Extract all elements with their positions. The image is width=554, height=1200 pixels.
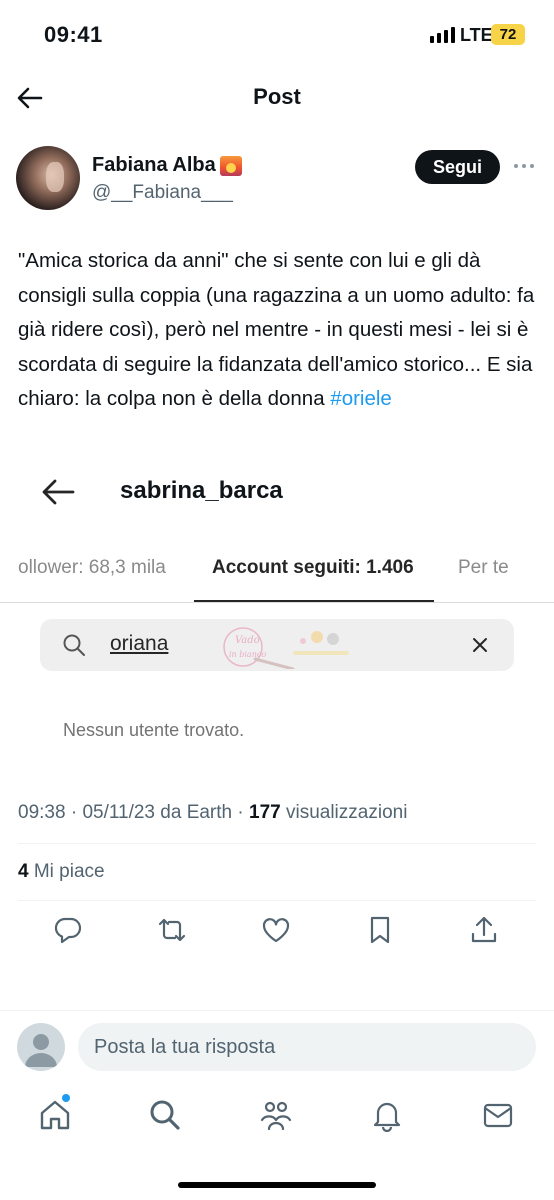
divider [18,900,536,901]
network-label: LTE [460,25,493,45]
watermark-logo: Vado in bianco [223,627,349,669]
post-source: da Earth [160,802,233,823]
svg-text:in bianco: in bianco [229,650,266,659]
search-icon [63,634,85,656]
like-count: 4 [18,861,29,882]
embed-back-arrow-icon [42,479,75,505]
sunset-emoji-icon [219,155,242,176]
author-row: Fabiana Alba @__Fabiana___ Segui [0,142,554,218]
search-tab-icon[interactable] [148,1098,182,1132]
svg-text:Vado: Vado [235,635,260,646]
author-avatar[interactable] [16,146,80,210]
likes-label: Mi piace [33,861,105,882]
embed-search-box: oriana Vado in bianco [40,619,514,671]
signal-icon [430,27,455,43]
post-time: 09:38 [18,802,66,823]
tweet-text: "Amica storica da anni" che si sente con… [18,244,542,417]
communities-icon[interactable] [259,1098,293,1132]
post-date: 05/11/23 [82,802,155,823]
reply-input[interactable]: Posta la tua risposta [78,1023,536,1071]
tweet-body: "Amica storica da anni" che si sente con… [18,249,535,410]
author-name-text: Fabiana Alba [92,154,216,176]
embed-tabs: ollower: 68,3 mila Account seguiti: 1.40… [0,545,554,603]
author-handle[interactable]: @__Fabiana___ [92,182,233,204]
share-icon[interactable] [469,915,499,945]
action-bar [0,915,554,951]
status-time: 09:41 [44,22,103,47]
home-indicator [178,1182,376,1188]
messages-icon[interactable] [481,1098,515,1132]
like-icon[interactable] [261,915,291,945]
reply-bar: Posta la tua risposta [0,1010,554,1082]
retweet-icon[interactable] [157,915,187,945]
embed-tab-underline [194,600,434,602]
top-bar: Post [0,72,554,126]
author-name[interactable]: Fabiana Alba [92,154,242,177]
battery-icon: 72 [491,24,525,45]
divider [18,843,536,844]
bottom-tab-bar [0,1090,554,1150]
follow-button[interactable]: Segui [415,150,500,184]
more-options-icon[interactable] [512,156,536,176]
user-avatar[interactable] [17,1023,65,1071]
status-bar: 09:41 LTE 72 [0,0,554,70]
home-icon[interactable] [38,1098,72,1132]
view-count: 177 [249,802,281,823]
embed-username: sabrina_barca [120,477,283,504]
no-results-message: Nessun utente trovato. [63,720,245,740]
reply-icon[interactable] [53,915,83,945]
default-avatar-icon [25,1034,57,1067]
notifications-icon[interactable] [370,1098,404,1132]
view-label[interactable]: visualizzazioni [286,802,407,823]
hashtag-link[interactable]: #oriele [330,387,392,410]
clear-icon [473,638,487,652]
post-meta: 09:38 · 05/11/23 da Earth · 177 visualiz… [18,802,408,823]
likes-row[interactable]: 4 Mi piace [18,861,105,883]
embed-tab-for-you: Per te [458,557,509,578]
embed-tab-following: Account seguiti: 1.406 [212,557,414,578]
bookmark-icon[interactable] [365,915,395,945]
embed-tab-followers: ollower: 68,3 mila [18,557,166,578]
page-title: Post [253,84,301,109]
embed-search-value: oriana [110,632,169,655]
